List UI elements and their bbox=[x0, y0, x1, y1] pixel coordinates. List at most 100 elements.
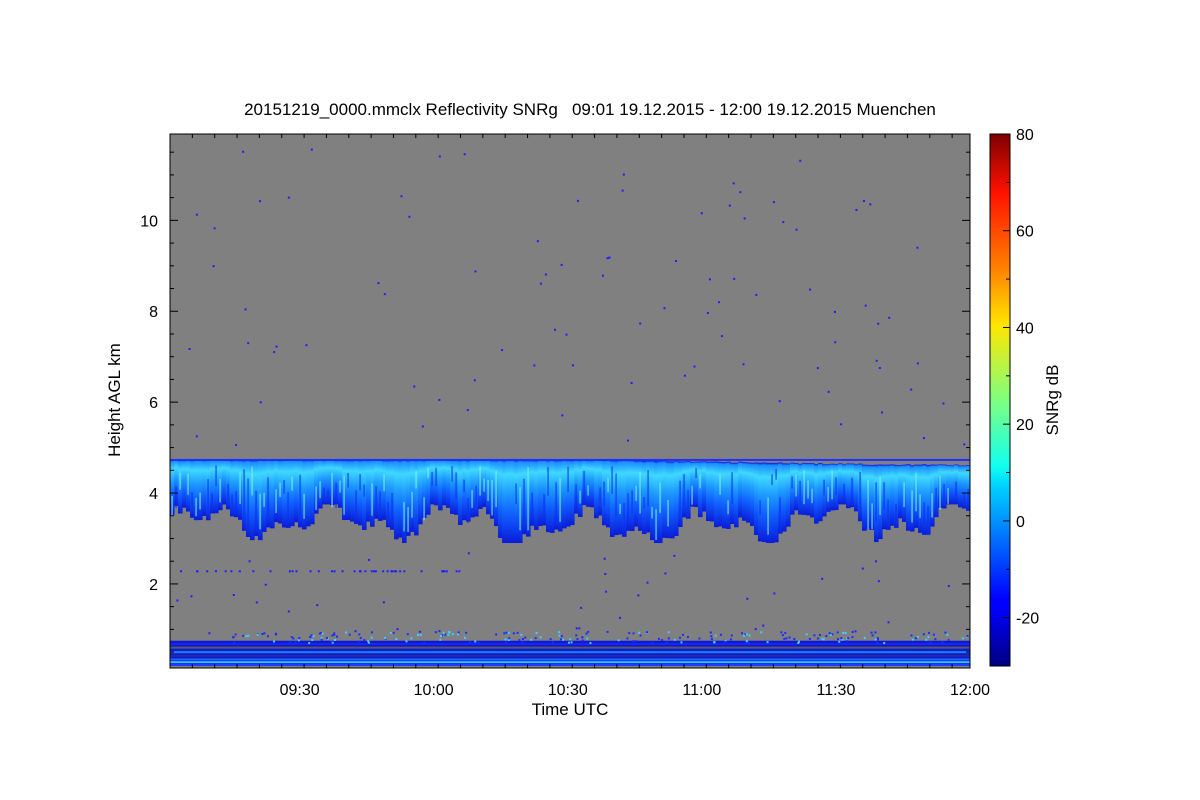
clutter-speck bbox=[442, 631, 445, 634]
clutter-speck bbox=[463, 636, 466, 639]
clutter-speck bbox=[465, 631, 468, 634]
noise-speck bbox=[809, 288, 812, 291]
cloud-column bbox=[734, 462, 739, 528]
fall-streak bbox=[403, 502, 405, 532]
fall-streak bbox=[363, 484, 365, 497]
clutter-speck bbox=[256, 633, 259, 636]
noise-speck bbox=[544, 273, 547, 276]
fall-streak bbox=[463, 479, 465, 493]
fall-streak bbox=[383, 473, 385, 492]
noise-speck bbox=[413, 385, 416, 388]
noise-speck bbox=[408, 215, 411, 218]
clutter-speck bbox=[632, 632, 635, 635]
cloud-column bbox=[674, 460, 679, 537]
cloud-top-edge bbox=[170, 458, 970, 461]
fall-streak bbox=[643, 497, 645, 509]
clutter-speck bbox=[507, 639, 510, 642]
noise-speck bbox=[291, 570, 294, 573]
colorbar-tick-label: 60 bbox=[1016, 224, 1034, 241]
clutter-speck bbox=[713, 641, 716, 644]
clutter-speck bbox=[505, 631, 508, 634]
noise-speck bbox=[467, 552, 470, 555]
cloud-column bbox=[818, 463, 823, 522]
cloud-column bbox=[862, 464, 867, 531]
noise-speck bbox=[358, 570, 361, 573]
noise-speck bbox=[333, 570, 336, 573]
cloud-column bbox=[290, 459, 295, 527]
fall-streak bbox=[543, 494, 545, 518]
fall-streak bbox=[555, 482, 557, 526]
cloud-column bbox=[886, 464, 891, 530]
clutter-speck bbox=[743, 634, 746, 637]
clutter-speck bbox=[451, 633, 454, 636]
fall-streak bbox=[455, 472, 457, 499]
clutter-speck bbox=[505, 641, 508, 644]
clutter-speck bbox=[681, 633, 684, 636]
fall-streak bbox=[411, 491, 413, 518]
cloud-column bbox=[618, 459, 623, 535]
x-axis-label: Time UTC bbox=[532, 700, 609, 719]
noise-speck bbox=[743, 217, 746, 220]
fall-streak bbox=[495, 470, 497, 508]
fall-streak bbox=[339, 480, 341, 493]
clutter-speck bbox=[321, 632, 324, 635]
fall-streak bbox=[467, 497, 469, 524]
noise-speck bbox=[533, 364, 536, 367]
clutter-speck bbox=[266, 635, 269, 638]
cloud-column bbox=[418, 459, 423, 525]
fall-streak bbox=[267, 477, 269, 515]
clutter-speck bbox=[363, 639, 366, 642]
noise-speck bbox=[561, 414, 564, 417]
clutter-speck bbox=[638, 631, 641, 634]
noise-speck bbox=[576, 199, 579, 202]
clutter-speck bbox=[829, 634, 832, 637]
clutter-speck bbox=[680, 641, 683, 644]
noise-speck bbox=[877, 580, 880, 583]
noise-speck bbox=[693, 365, 696, 368]
y-tick-label: 2 bbox=[149, 577, 158, 594]
clutter-speck bbox=[665, 641, 668, 644]
clutter-speck bbox=[785, 637, 788, 640]
clutter-speck bbox=[330, 640, 333, 643]
fall-streak bbox=[379, 491, 381, 512]
noise-speck bbox=[728, 204, 731, 207]
noise-speck bbox=[309, 570, 312, 573]
noise-speck bbox=[395, 570, 398, 573]
fall-streak bbox=[287, 492, 289, 523]
fall-streak bbox=[887, 499, 889, 520]
noise-speck bbox=[630, 381, 633, 384]
cloud-column bbox=[570, 460, 575, 526]
clutter-speck bbox=[247, 634, 250, 637]
noise-speck bbox=[317, 570, 320, 573]
clutter-line bbox=[170, 651, 970, 654]
noise-speck bbox=[238, 570, 241, 573]
fall-streak bbox=[331, 472, 333, 508]
clutter-speck bbox=[816, 637, 819, 640]
cloud-column bbox=[222, 459, 227, 505]
fall-streak bbox=[279, 482, 281, 498]
clutter-speck bbox=[389, 631, 392, 634]
fall-streak bbox=[679, 480, 681, 516]
clutter-speck bbox=[308, 642, 311, 645]
cloud-column bbox=[606, 459, 611, 528]
fall-streak bbox=[195, 497, 197, 517]
cloud-column bbox=[366, 459, 371, 522]
fall-streak bbox=[943, 483, 945, 506]
noise-speck bbox=[621, 189, 624, 192]
fall-streak bbox=[915, 472, 917, 512]
cloud-column bbox=[394, 459, 399, 540]
clutter-speck bbox=[325, 637, 328, 640]
clutter-speck bbox=[961, 637, 964, 640]
clutter-speck bbox=[851, 636, 854, 639]
cloud-column bbox=[562, 459, 567, 529]
clutter-line bbox=[170, 661, 970, 664]
fall-streak bbox=[227, 483, 229, 500]
clutter-speck bbox=[292, 637, 295, 640]
clutter-speck bbox=[813, 634, 816, 637]
fall-streak bbox=[391, 492, 393, 525]
noise-speck bbox=[269, 570, 272, 573]
noise-speck bbox=[869, 203, 872, 206]
fall-streak bbox=[355, 490, 357, 520]
clutter-speck bbox=[783, 637, 786, 640]
cloud-column bbox=[202, 460, 207, 516]
